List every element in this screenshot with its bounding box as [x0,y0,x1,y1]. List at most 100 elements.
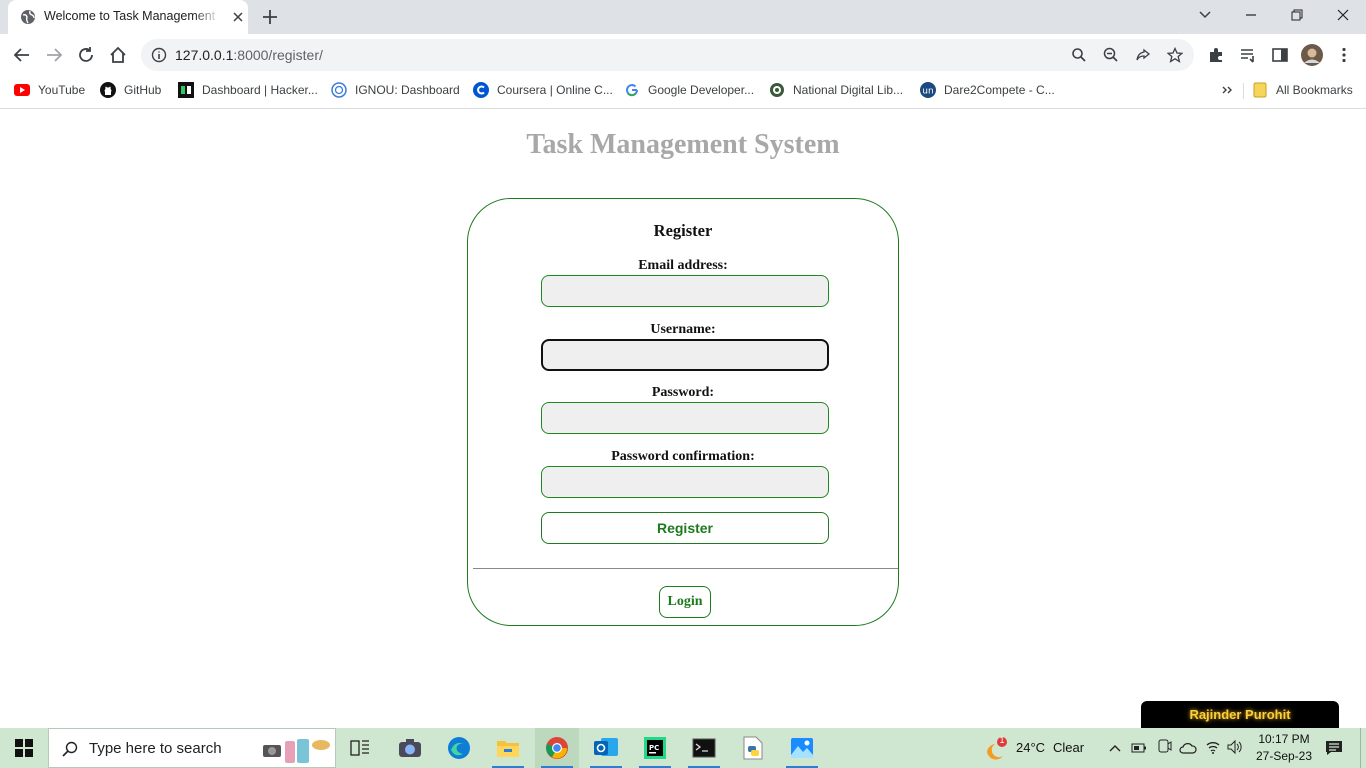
register-card: Register Email address: Username: Passwo… [467,198,899,626]
volume-icon[interactable] [1227,739,1243,759]
url-path: :8000/register/ [233,47,323,63]
bookmark-label: National Digital Lib... [793,83,904,97]
battery-icon[interactable] [1131,740,1147,759]
reading-list-icon[interactable] [1236,43,1260,67]
card-divider [473,568,898,569]
windows-taskbar: Type here to search PC 1 24°C Clear 10:1… [0,728,1366,768]
bookmark-label: IGNOU: Dashboard [355,83,460,97]
profile-avatar[interactable] [1300,43,1324,67]
password-label: Password: [651,385,715,400]
home-icon[interactable] [106,43,130,67]
password-confirm-field[interactable] [541,466,829,498]
bookmark-hackerrank[interactable]: Dashboard | Hacker... [178,81,318,99]
extensions-icon[interactable] [1204,43,1228,67]
username-field[interactable] [541,339,829,371]
address-bar[interactable]: 127.0.0.1:8000/register/ [141,39,1194,71]
bookmarks-bar: YouTube GitHub Dashboard | Hacker... IGN… [0,76,1366,104]
forward-arrow-icon[interactable] [42,43,66,67]
bookmark-label: YouTube [38,83,86,97]
share-icon[interactable] [1135,47,1151,63]
tab-search-chevron-icon[interactable] [1191,4,1219,26]
url-host: 127.0.0.1 [175,47,234,63]
unstop-icon: un [920,82,936,98]
clock-time: 10:17 PM [1258,732,1310,746]
google-icon [624,82,640,98]
youtube-icon [14,82,30,98]
onedrive-cloud-icon[interactable] [1179,740,1197,759]
github-icon [100,82,116,98]
search-icon [62,741,78,757]
bookmarks-divider [1243,83,1244,99]
bookmark-coursera[interactable]: Coursera | Online C... [473,81,613,99]
taskbar-search-box[interactable]: Type here to search [48,728,336,768]
clock-date: 27-Sep-23 [1255,749,1313,763]
tray-overflow-chevron-icon[interactable] [1108,740,1122,759]
coursera-icon [473,82,489,98]
email-label: Email address: [638,258,728,273]
action-center-icon[interactable] [1325,739,1343,761]
weather-condition[interactable]: Clear [1053,740,1084,755]
login-button[interactable]: Login [659,586,711,618]
bookmark-dare2compete[interactable]: un Dare2Compete - C... [920,81,1055,99]
card-heading: Register [653,221,713,240]
menu-kebab-icon[interactable] [1332,43,1356,67]
zoom-out-icon[interactable] [1103,47,1119,63]
python-file-icon[interactable] [731,728,775,768]
browser-toolbar: 127.0.0.1:8000/register/ [0,34,1366,76]
bookmark-label: Dare2Compete - C... [944,83,1055,97]
bookmark-label: GitHub [124,83,162,97]
globe-icon [21,10,35,24]
bookmark-github[interactable]: GitHub [100,81,161,99]
side-panel-icon[interactable] [1268,43,1292,67]
restore-icon[interactable] [1283,4,1311,26]
bookmark-ignou[interactable]: IGNOU: Dashboard [331,81,460,99]
site-info-icon[interactable] [151,47,167,63]
minimize-icon[interactable] [1237,4,1265,26]
bookmark-youtube[interactable]: YouTube [14,81,85,99]
bookmark-label: Google Developer... [648,83,755,97]
bookmark-ndl[interactable]: National Digital Lib... [769,81,903,99]
name-badge: Rajinder Purohit [1141,701,1339,728]
file-explorer-icon[interactable] [486,728,530,768]
terminal-app-icon[interactable] [682,728,726,768]
page-title: Task Management System [526,129,840,160]
hackerrank-icon [178,82,194,98]
more-bookmarks-chevron-icon[interactable] [1221,81,1233,99]
pycharm-app-icon[interactable]: PC [633,728,677,768]
weather-icon[interactable]: 1 [983,735,1009,762]
wifi-icon[interactable] [1205,739,1221,759]
password-field[interactable] [541,402,829,434]
edge-browser-icon[interactable] [437,728,481,768]
outlook-app-icon[interactable] [584,728,628,768]
all-bookmarks-folder[interactable]: All Bookmarks [1252,81,1353,99]
password-confirm-label: Password confirmation: [611,449,755,464]
ignou-icon [331,82,347,98]
close-tab-icon[interactable] [230,9,246,25]
close-window-icon[interactable] [1329,4,1357,26]
photos-app-icon[interactable] [780,728,824,768]
start-button[interactable] [0,728,48,768]
register-button[interactable]: Register [541,512,829,544]
meet-now-icon[interactable] [1156,739,1172,759]
taskbar-search-placeholder: Type here to search [89,740,222,757]
browser-tab[interactable]: Welcome to Task Management System [8,0,248,34]
url-text[interactable]: 127.0.0.1:8000/register/ [175,47,323,63]
new-tab-icon[interactable] [260,7,280,27]
bookmark-star-icon[interactable] [1167,47,1183,63]
ndl-icon [769,82,785,98]
email-field[interactable] [541,275,829,307]
folder-icon [1252,82,1268,98]
back-arrow-icon[interactable] [10,43,34,67]
bookmark-google-developers[interactable]: Google Developer... [624,81,754,99]
weather-temp[interactable]: 24°C [1016,740,1045,755]
chrome-app-icon[interactable] [535,728,579,768]
username-label: Username: [650,322,716,337]
search-icon[interactable] [1071,47,1087,63]
notification-badge: 1 [999,735,1005,745]
show-desktop-divider[interactable] [1360,728,1361,768]
system-clock[interactable]: 10:17 PM 27-Sep-23 [1246,731,1322,765]
bookmark-label: Dashboard | Hacker... [202,83,318,97]
reload-icon[interactable] [74,43,98,67]
task-view-icon[interactable] [338,728,382,768]
camera-app-icon[interactable] [388,728,432,768]
